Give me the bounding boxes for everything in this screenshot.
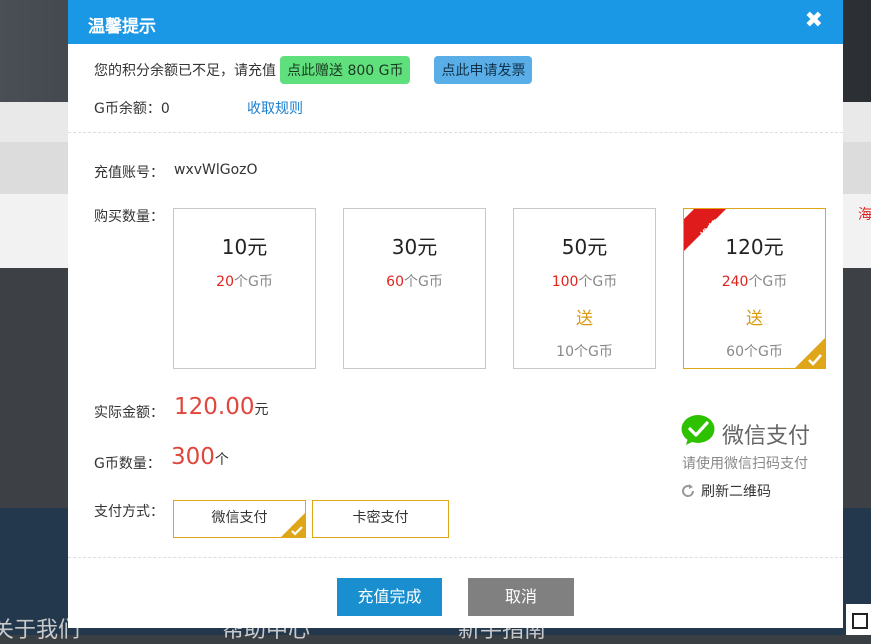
cancel-button[interactable]: 取消 [468,578,574,616]
package-bonus: 10个G币 [556,344,613,360]
card-pay-option-label: 卡密支付 [352,510,409,526]
background-qr-icon [846,604,871,635]
balance-value: 0 [160,101,170,117]
package-send-label: 送 [746,309,763,329]
wechat-pay-title: 微信支付 [722,424,811,449]
coin-count: 300个 [171,444,229,470]
account-label: 充值账号： [94,165,164,181]
apply-invoice-button[interactable]: 点此申请发票 [434,55,533,84]
actual-amount-label: 实际金额： [94,405,164,421]
package-send-label: 送 [576,309,593,329]
card-pay-option[interactable]: 卡密支付 [312,500,449,538]
balance-label: G币余额： [94,101,161,117]
recharge-dialog: 温馨提示 ✖ 您的积分余额已不足，请充值 点此赠送 800 G币 点此申请发票 … [68,0,843,628]
coin-count-value: 300 [171,444,215,470]
dialog-header: 温馨提示 ✖ [68,0,843,44]
close-icon[interactable]: ✖ [805,8,823,33]
refresh-qr-label: 刷新二维码 [701,484,771,500]
background-side-text: 海 [858,207,871,223]
wechat-logo-icon [681,415,715,445]
package-coins: 240个G币 [721,274,788,290]
coin-count-label: G币数量： [94,456,161,472]
gift-coins-button[interactable]: 点此赠送 800 G币 [280,55,411,84]
account-value: wxvWlGozO [174,162,258,178]
package-card-50[interactable]: 50元 100个G币 送 10个G币 [513,208,656,369]
notice-text: 您的积分余额已不足，请充值 [94,62,276,79]
package-card-10[interactable]: 10元 20个G币 [173,208,316,369]
package-price: 50元 [561,235,608,259]
package-price: 120元 [725,235,784,259]
package-coins: 20个G币 [216,274,273,290]
actual-amount: 120.00元 [174,394,268,420]
package-price: 30元 [391,235,438,259]
refresh-icon [682,484,695,497]
balance-row: G币余额：0 [94,98,170,118]
wechat-pay-option[interactable]: 微信支付 [173,500,306,538]
package-coins: 100个G币 [551,274,618,290]
check-icon [795,338,825,368]
quantity-label: 购买数量： [94,209,164,225]
recharge-complete-button[interactable]: 充值完成 [337,578,442,616]
notice-row: 您的积分余额已不足，请充值 点此赠送 800 G币 点此申请发票 [94,55,533,84]
package-coins: 60个G币 [386,274,443,290]
actual-amount-unit: 元 [254,402,269,418]
fee-rules-link[interactable]: 收取规则 [247,98,303,118]
divider [68,132,843,133]
refresh-qr-button[interactable]: 刷新二维码 [681,481,771,501]
payment-label: 支付方式： [94,504,164,520]
divider [68,557,843,558]
package-card-120[interactable]: 推荐 120元 240个G币 送 60个G币 [683,208,826,369]
package-card-30[interactable]: 30元 60个G币 [343,208,486,369]
dialog-title: 温馨提示 [88,17,156,37]
coin-count-unit: 个 [214,452,229,468]
wechat-pay-option-label: 微信支付 [211,510,268,526]
actual-amount-value: 120.00 [174,394,255,420]
package-price: 10元 [221,235,268,259]
check-icon [281,513,305,537]
wechat-pay-hint: 请使用微信扫码支付 [682,456,808,472]
